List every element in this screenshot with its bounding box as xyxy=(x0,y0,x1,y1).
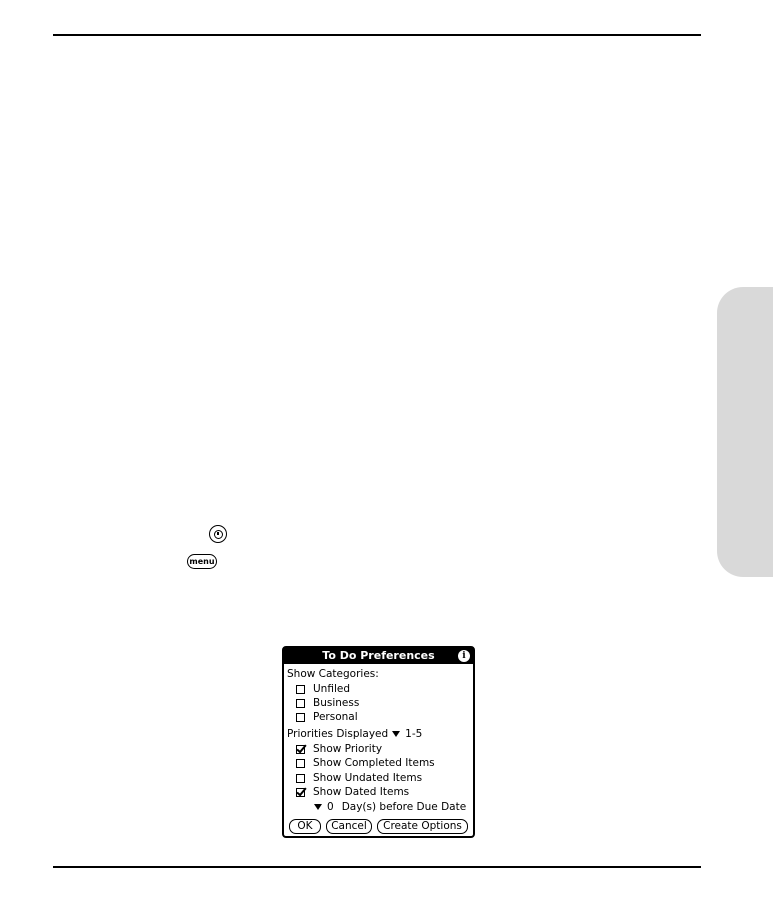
checkbox-label: Personal xyxy=(313,711,358,723)
checkbox-icon[interactable] xyxy=(296,744,305,754)
header-rule xyxy=(53,34,701,36)
days-label: Day(s) before Due Date xyxy=(341,801,467,813)
category-checkbox-personal[interactable]: Personal xyxy=(296,710,358,725)
checkbox-icon[interactable] xyxy=(296,684,305,694)
dialog-title-bar: To Do Preferences i xyxy=(284,648,473,664)
days-value[interactable]: 0 xyxy=(327,801,334,813)
checkbox-icon[interactable] xyxy=(296,758,305,768)
checkbox-label: Show Completed Items xyxy=(313,757,435,769)
footer-rule xyxy=(53,866,701,868)
checkbox-icon[interactable] xyxy=(296,712,305,722)
checkbox-icon[interactable] xyxy=(296,698,305,708)
create-options-button[interactable]: Create Options xyxy=(377,819,468,834)
priorities-value[interactable]: 1-5 xyxy=(405,728,422,740)
checkbox-label: Business xyxy=(313,697,360,709)
checkbox-icon[interactable] xyxy=(296,787,305,797)
category-checkbox-business[interactable]: Business xyxy=(296,696,359,711)
checkbox-icon[interactable] xyxy=(296,773,305,783)
ok-button[interactable]: OK xyxy=(289,819,321,834)
checkbox-label: Unfiled xyxy=(313,683,350,695)
chapter-side-tab xyxy=(717,287,773,577)
dropdown-arrow-icon[interactable] xyxy=(314,803,322,810)
dialog-title: To Do Preferences xyxy=(322,649,435,662)
home-icon xyxy=(209,525,227,543)
info-icon[interactable]: i xyxy=(458,650,470,662)
priorities-label: Priorities Displayed xyxy=(287,728,389,740)
show-priority-checkbox[interactable]: Show Priority xyxy=(296,742,382,757)
checkbox-label: Show Undated Items xyxy=(313,772,423,784)
priorities-row: Priorities Displayed 1-5 xyxy=(287,727,422,742)
show-categories-label: Show Categories: xyxy=(287,668,379,680)
show-dated-items-checkbox[interactable]: Show Dated Items xyxy=(296,785,409,800)
menu-icon: menu xyxy=(187,554,217,569)
menu-icon-label: menu xyxy=(189,556,215,566)
show-undated-items-checkbox[interactable]: Show Undated Items xyxy=(296,771,422,786)
cancel-button[interactable]: Cancel xyxy=(326,819,372,834)
show-completed-items-checkbox[interactable]: Show Completed Items xyxy=(296,756,435,771)
dropdown-arrow-icon[interactable] xyxy=(392,730,401,737)
to-do-preferences-dialog: To Do Preferences i Show Categories: Unf… xyxy=(282,646,475,838)
category-checkbox-unfiled[interactable]: Unfiled xyxy=(296,682,350,697)
checkbox-label: Show Priority xyxy=(313,743,383,755)
days-before-due-row: 0 Day(s) before Due Date xyxy=(314,800,466,815)
checkbox-label: Show Dated Items xyxy=(313,786,410,798)
